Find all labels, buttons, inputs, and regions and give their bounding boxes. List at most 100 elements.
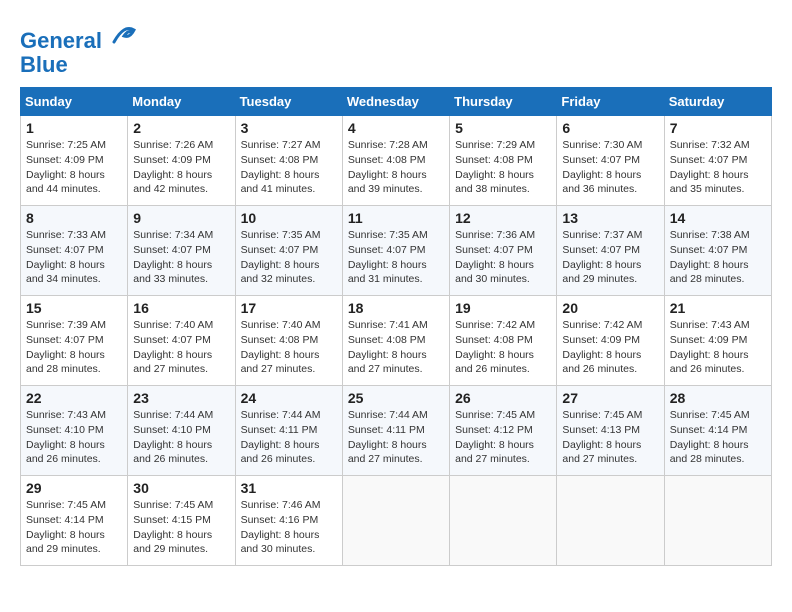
day-number: 8 xyxy=(26,210,122,226)
calendar-cell xyxy=(664,476,771,566)
calendar-cell: 17 Sunrise: 7:40 AMSunset: 4:08 PMDaylig… xyxy=(235,296,342,386)
calendar-cell: 26 Sunrise: 7:45 AMSunset: 4:12 PMDaylig… xyxy=(450,386,557,476)
day-info: Sunrise: 7:41 AMSunset: 4:08 PMDaylight:… xyxy=(348,318,444,377)
day-info: Sunrise: 7:42 AMSunset: 4:09 PMDaylight:… xyxy=(562,318,658,377)
day-number: 23 xyxy=(133,390,229,406)
day-number: 5 xyxy=(455,120,551,136)
page-header: General Blue xyxy=(20,20,772,77)
calendar-cell: 18 Sunrise: 7:41 AMSunset: 4:08 PMDaylig… xyxy=(342,296,449,386)
calendar-cell: 9 Sunrise: 7:34 AMSunset: 4:07 PMDayligh… xyxy=(128,206,235,296)
day-info: Sunrise: 7:26 AMSunset: 4:09 PMDaylight:… xyxy=(133,138,229,197)
calendar-cell: 24 Sunrise: 7:44 AMSunset: 4:11 PMDaylig… xyxy=(235,386,342,476)
day-info: Sunrise: 7:35 AMSunset: 4:07 PMDaylight:… xyxy=(348,228,444,287)
column-header-monday: Monday xyxy=(128,88,235,116)
logo-blue-text: Blue xyxy=(20,53,138,77)
day-info: Sunrise: 7:45 AMSunset: 4:13 PMDaylight:… xyxy=(562,408,658,467)
calendar-cell: 27 Sunrise: 7:45 AMSunset: 4:13 PMDaylig… xyxy=(557,386,664,476)
day-number: 12 xyxy=(455,210,551,226)
day-info: Sunrise: 7:30 AMSunset: 4:07 PMDaylight:… xyxy=(562,138,658,197)
calendar-cell: 1 Sunrise: 7:25 AMSunset: 4:09 PMDayligh… xyxy=(21,116,128,206)
day-info: Sunrise: 7:34 AMSunset: 4:07 PMDaylight:… xyxy=(133,228,229,287)
day-info: Sunrise: 7:43 AMSunset: 4:10 PMDaylight:… xyxy=(26,408,122,467)
column-header-tuesday: Tuesday xyxy=(235,88,342,116)
calendar-cell: 22 Sunrise: 7:43 AMSunset: 4:10 PMDaylig… xyxy=(21,386,128,476)
day-number: 17 xyxy=(241,300,337,316)
calendar-cell: 12 Sunrise: 7:36 AMSunset: 4:07 PMDaylig… xyxy=(450,206,557,296)
day-number: 11 xyxy=(348,210,444,226)
day-info: Sunrise: 7:44 AMSunset: 4:10 PMDaylight:… xyxy=(133,408,229,467)
day-number: 27 xyxy=(562,390,658,406)
logo: General Blue xyxy=(20,20,138,77)
day-number: 31 xyxy=(241,480,337,496)
calendar-cell: 15 Sunrise: 7:39 AMSunset: 4:07 PMDaylig… xyxy=(21,296,128,386)
column-header-saturday: Saturday xyxy=(664,88,771,116)
calendar-cell: 5 Sunrise: 7:29 AMSunset: 4:08 PMDayligh… xyxy=(450,116,557,206)
calendar-table: SundayMondayTuesdayWednesdayThursdayFrid… xyxy=(20,87,772,566)
logo-text: General xyxy=(20,20,138,53)
column-header-thursday: Thursday xyxy=(450,88,557,116)
calendar-cell: 23 Sunrise: 7:44 AMSunset: 4:10 PMDaylig… xyxy=(128,386,235,476)
day-number: 28 xyxy=(670,390,766,406)
calendar-cell: 6 Sunrise: 7:30 AMSunset: 4:07 PMDayligh… xyxy=(557,116,664,206)
day-number: 4 xyxy=(348,120,444,136)
day-info: Sunrise: 7:25 AMSunset: 4:09 PMDaylight:… xyxy=(26,138,122,197)
day-info: Sunrise: 7:46 AMSunset: 4:16 PMDaylight:… xyxy=(241,498,337,557)
day-info: Sunrise: 7:40 AMSunset: 4:07 PMDaylight:… xyxy=(133,318,229,377)
day-info: Sunrise: 7:45 AMSunset: 4:12 PMDaylight:… xyxy=(455,408,551,467)
day-number: 20 xyxy=(562,300,658,316)
day-info: Sunrise: 7:40 AMSunset: 4:08 PMDaylight:… xyxy=(241,318,337,377)
column-header-sunday: Sunday xyxy=(21,88,128,116)
calendar-cell: 11 Sunrise: 7:35 AMSunset: 4:07 PMDaylig… xyxy=(342,206,449,296)
day-info: Sunrise: 7:29 AMSunset: 4:08 PMDaylight:… xyxy=(455,138,551,197)
day-info: Sunrise: 7:45 AMSunset: 4:14 PMDaylight:… xyxy=(26,498,122,557)
calendar-cell: 31 Sunrise: 7:46 AMSunset: 4:16 PMDaylig… xyxy=(235,476,342,566)
day-number: 9 xyxy=(133,210,229,226)
calendar-cell: 10 Sunrise: 7:35 AMSunset: 4:07 PMDaylig… xyxy=(235,206,342,296)
day-info: Sunrise: 7:38 AMSunset: 4:07 PMDaylight:… xyxy=(670,228,766,287)
day-info: Sunrise: 7:35 AMSunset: 4:07 PMDaylight:… xyxy=(241,228,337,287)
calendar-cell: 3 Sunrise: 7:27 AMSunset: 4:08 PMDayligh… xyxy=(235,116,342,206)
day-number: 2 xyxy=(133,120,229,136)
calendar-cell xyxy=(342,476,449,566)
calendar-cell: 28 Sunrise: 7:45 AMSunset: 4:14 PMDaylig… xyxy=(664,386,771,476)
day-info: Sunrise: 7:43 AMSunset: 4:09 PMDaylight:… xyxy=(670,318,766,377)
day-number: 30 xyxy=(133,480,229,496)
day-number: 22 xyxy=(26,390,122,406)
day-number: 29 xyxy=(26,480,122,496)
day-info: Sunrise: 7:33 AMSunset: 4:07 PMDaylight:… xyxy=(26,228,122,287)
calendar-cell: 25 Sunrise: 7:44 AMSunset: 4:11 PMDaylig… xyxy=(342,386,449,476)
day-number: 25 xyxy=(348,390,444,406)
day-info: Sunrise: 7:39 AMSunset: 4:07 PMDaylight:… xyxy=(26,318,122,377)
calendar-cell: 14 Sunrise: 7:38 AMSunset: 4:07 PMDaylig… xyxy=(664,206,771,296)
calendar-cell: 20 Sunrise: 7:42 AMSunset: 4:09 PMDaylig… xyxy=(557,296,664,386)
day-info: Sunrise: 7:45 AMSunset: 4:15 PMDaylight:… xyxy=(133,498,229,557)
day-number: 1 xyxy=(26,120,122,136)
calendar-cell: 19 Sunrise: 7:42 AMSunset: 4:08 PMDaylig… xyxy=(450,296,557,386)
day-number: 21 xyxy=(670,300,766,316)
day-number: 10 xyxy=(241,210,337,226)
calendar-cell: 13 Sunrise: 7:37 AMSunset: 4:07 PMDaylig… xyxy=(557,206,664,296)
day-info: Sunrise: 7:37 AMSunset: 4:07 PMDaylight:… xyxy=(562,228,658,287)
column-header-wednesday: Wednesday xyxy=(342,88,449,116)
day-number: 3 xyxy=(241,120,337,136)
calendar-cell: 30 Sunrise: 7:45 AMSunset: 4:15 PMDaylig… xyxy=(128,476,235,566)
day-info: Sunrise: 7:32 AMSunset: 4:07 PMDaylight:… xyxy=(670,138,766,197)
day-info: Sunrise: 7:44 AMSunset: 4:11 PMDaylight:… xyxy=(241,408,337,467)
day-info: Sunrise: 7:36 AMSunset: 4:07 PMDaylight:… xyxy=(455,228,551,287)
logo-icon xyxy=(110,20,138,48)
day-info: Sunrise: 7:44 AMSunset: 4:11 PMDaylight:… xyxy=(348,408,444,467)
day-number: 14 xyxy=(670,210,766,226)
column-header-friday: Friday xyxy=(557,88,664,116)
day-info: Sunrise: 7:27 AMSunset: 4:08 PMDaylight:… xyxy=(241,138,337,197)
calendar-cell: 29 Sunrise: 7:45 AMSunset: 4:14 PMDaylig… xyxy=(21,476,128,566)
day-number: 18 xyxy=(348,300,444,316)
calendar-cell: 21 Sunrise: 7:43 AMSunset: 4:09 PMDaylig… xyxy=(664,296,771,386)
day-number: 6 xyxy=(562,120,658,136)
day-number: 7 xyxy=(670,120,766,136)
day-info: Sunrise: 7:45 AMSunset: 4:14 PMDaylight:… xyxy=(670,408,766,467)
calendar-cell: 7 Sunrise: 7:32 AMSunset: 4:07 PMDayligh… xyxy=(664,116,771,206)
day-info: Sunrise: 7:42 AMSunset: 4:08 PMDaylight:… xyxy=(455,318,551,377)
calendar-cell: 4 Sunrise: 7:28 AMSunset: 4:08 PMDayligh… xyxy=(342,116,449,206)
calendar-cell: 8 Sunrise: 7:33 AMSunset: 4:07 PMDayligh… xyxy=(21,206,128,296)
calendar-cell: 16 Sunrise: 7:40 AMSunset: 4:07 PMDaylig… xyxy=(128,296,235,386)
